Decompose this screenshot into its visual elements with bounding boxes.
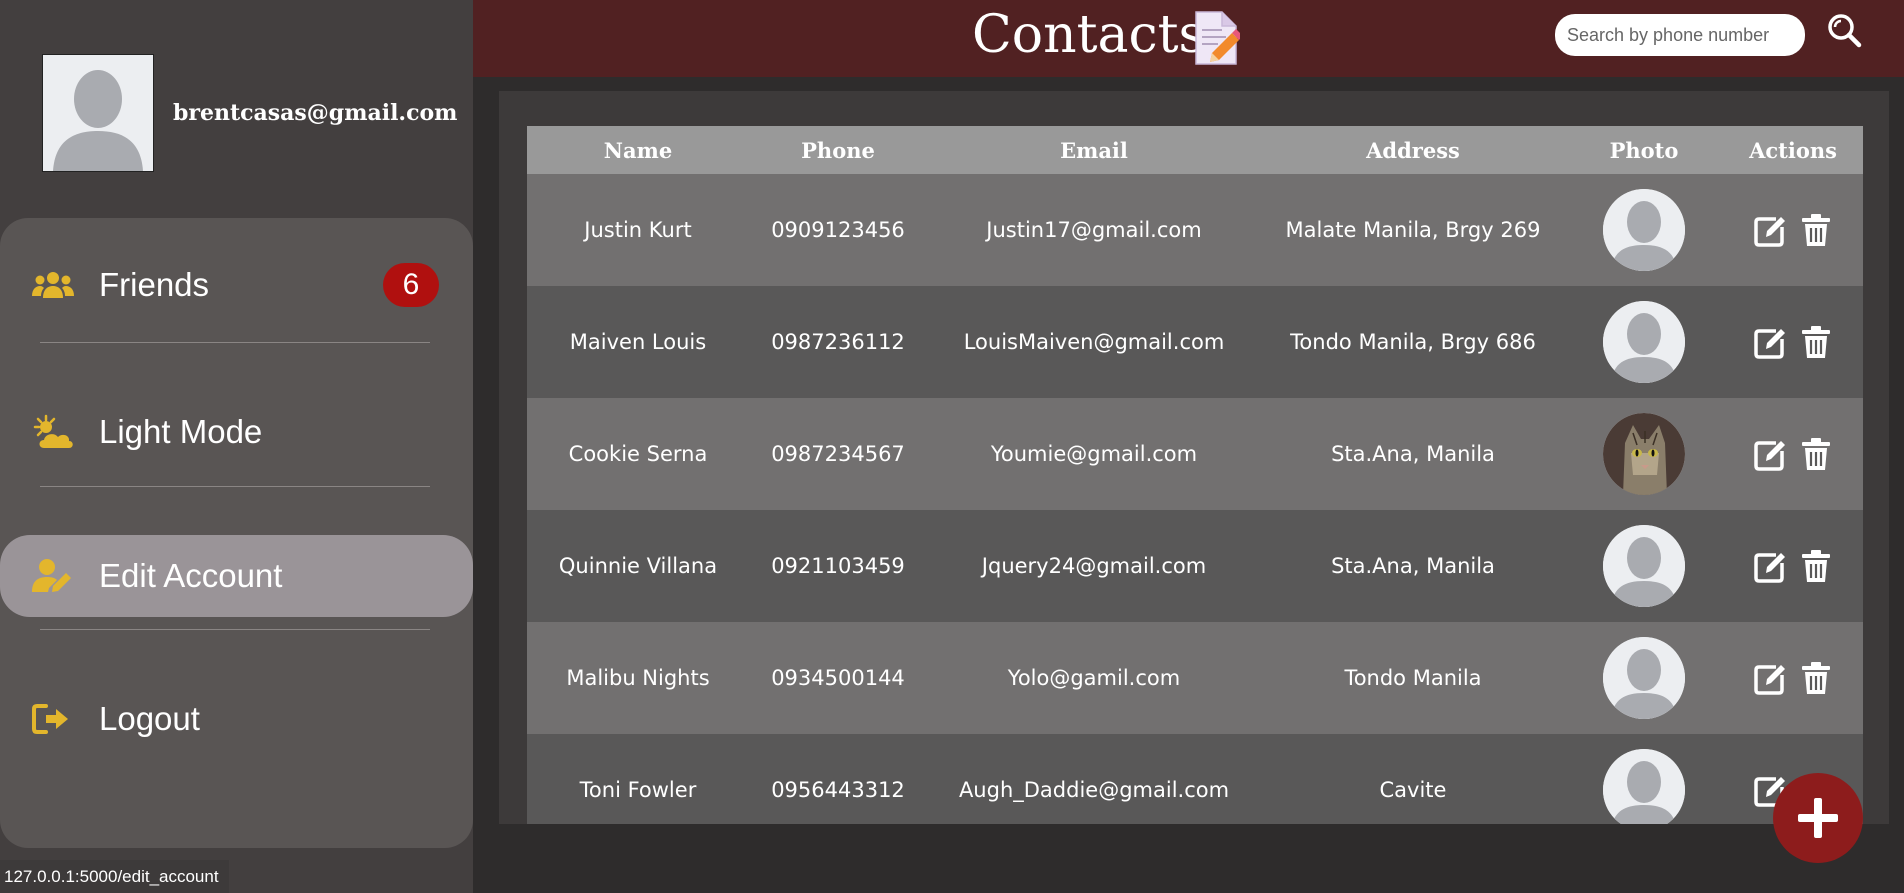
contact-photo [1603, 749, 1685, 824]
edit-icon[interactable] [1754, 437, 1786, 471]
column-header-name[interactable]: Name [527, 126, 749, 174]
contact-address: Malate Manila, Brgy 269 [1261, 174, 1565, 286]
sidebar-item-label: Friends [99, 266, 210, 303]
profile-avatar[interactable] [42, 54, 154, 172]
trash-icon[interactable] [1800, 213, 1832, 247]
contact-email: Augh_Daddie@gmail.com [927, 734, 1261, 824]
edit-icon[interactable] [1754, 661, 1786, 695]
table-header-row: Name Phone Email Address Photo Actions [527, 126, 1863, 174]
contact-phone: 0987234567 [749, 398, 927, 510]
sun-cloud-icon [32, 414, 74, 450]
column-header-photo: Photo [1565, 126, 1723, 174]
contact-actions [1723, 286, 1863, 398]
contact-actions [1723, 510, 1863, 622]
page-title: Contacts [972, 5, 1206, 65]
contact-photo [1603, 301, 1685, 383]
contact-address: Sta.Ana, Manila [1261, 398, 1565, 510]
contact-name: Toni Fowler [527, 734, 749, 824]
menu-divider [40, 486, 430, 487]
trash-icon[interactable] [1800, 437, 1832, 471]
contact-photo-cell [1565, 398, 1723, 510]
contact-actions [1723, 398, 1863, 510]
trash-icon[interactable] [1800, 661, 1832, 695]
contact-email: Justin17@gmail.com [927, 174, 1261, 286]
contact-name: Malibu Nights [527, 622, 749, 734]
users-icon [32, 267, 74, 303]
table-row: Toni Fowler 0956443312 Augh_Daddie@gmail.c… [527, 734, 1863, 824]
contact-email: Jquery24@gmail.com [927, 510, 1261, 622]
memo-icon [1192, 10, 1243, 67]
contacts-table: Name Phone Email Address Photo Actions J… [527, 126, 1863, 824]
contact-phone: 0987236112 [749, 286, 927, 398]
contacts-panel: Name Phone Email Address Photo Actions J… [499, 91, 1889, 824]
edit-icon[interactable] [1754, 549, 1786, 583]
contact-address: Tondo Manila [1261, 622, 1565, 734]
plus-icon [1798, 798, 1838, 838]
contact-phone: 0921103459 [749, 510, 927, 622]
sidebar-item-label: Light Mode [99, 413, 263, 450]
contact-email: Yolo@gamil.com [927, 622, 1261, 734]
sidebar-item-edit-account[interactable]: Edit Account [0, 535, 473, 617]
contact-photo [1603, 525, 1685, 607]
contact-address: Tondo Manila, Brgy 686 [1261, 286, 1565, 398]
column-header-address[interactable]: Address [1261, 126, 1565, 174]
column-header-actions: Actions [1723, 126, 1863, 174]
logout-icon [32, 701, 74, 737]
search-icon[interactable] [1826, 12, 1862, 48]
edit-icon[interactable] [1754, 325, 1786, 359]
add-contact-button[interactable] [1773, 773, 1863, 863]
contact-photo-cell [1565, 734, 1723, 824]
menu-divider [40, 342, 430, 343]
avatar-silhouette-icon [43, 55, 153, 171]
contact-actions [1723, 622, 1863, 734]
user-email: brentcasas@gmail.com [173, 100, 458, 126]
sidebar: brentcasas@gmail.com Friends 6 Light Mod… [0, 0, 473, 893]
contact-phone: 0934500144 [749, 622, 927, 734]
sidebar-menu: Friends 6 Light Mode Edit Account Logout [0, 218, 473, 848]
contact-photo-cell [1565, 174, 1723, 286]
contact-actions [1723, 174, 1863, 286]
contact-phone: 0909123456 [749, 174, 927, 286]
contact-name: Cookie Serna [527, 398, 749, 510]
contact-photo [1603, 413, 1685, 495]
user-edit-icon [32, 558, 74, 594]
sidebar-item-friends[interactable]: Friends 6 [0, 244, 473, 326]
contact-photo [1603, 189, 1685, 271]
contact-address: Cavite [1261, 734, 1565, 824]
menu-divider [40, 629, 430, 630]
contact-name: Justin Kurt [527, 174, 749, 286]
table-row: Maiven Louis 0987236112 LouisMaiven@gmail.… [527, 286, 1863, 398]
table-row: Malibu Nights 0934500144 Yolo@gamil.com Ton… [527, 622, 1863, 734]
friends-count-badge: 6 [383, 263, 439, 307]
sidebar-item-label: Logout [99, 700, 200, 737]
sidebar-item-label: Edit Account [99, 557, 283, 594]
contact-phone: 0956443312 [749, 734, 927, 824]
sidebar-item-light-mode[interactable]: Light Mode [0, 391, 473, 473]
column-header-phone[interactable]: Phone [749, 126, 927, 174]
contact-name: Maiven Louis [527, 286, 749, 398]
sidebar-item-logout[interactable]: Logout [0, 678, 473, 760]
contact-photo [1603, 637, 1685, 719]
status-bar-url: 127.0.0.1:5000/edit_account [0, 860, 229, 893]
table-row: Quinnie Villana 0921103459 Jquery24@gmail.… [527, 510, 1863, 622]
trash-icon[interactable] [1800, 549, 1832, 583]
contact-address: Sta.Ana, Manila [1261, 510, 1565, 622]
contact-photo-cell [1565, 510, 1723, 622]
contact-email: Youmie@gmail.com [927, 398, 1261, 510]
table-row: Cookie Serna 0987234567 Youmie@gmail.com St… [527, 398, 1863, 510]
search-input[interactable] [1555, 14, 1805, 56]
edit-icon[interactable] [1754, 213, 1786, 247]
table-row: Justin Kurt 0909123456 Justin17@gmail.com M… [527, 174, 1863, 286]
contact-email: LouisMaiven@gmail.com [927, 286, 1261, 398]
contact-photo-cell [1565, 286, 1723, 398]
contact-photo-cell [1565, 622, 1723, 734]
column-header-email[interactable]: Email [927, 126, 1261, 174]
trash-icon[interactable] [1800, 325, 1832, 359]
contact-name: Quinnie Villana [527, 510, 749, 622]
